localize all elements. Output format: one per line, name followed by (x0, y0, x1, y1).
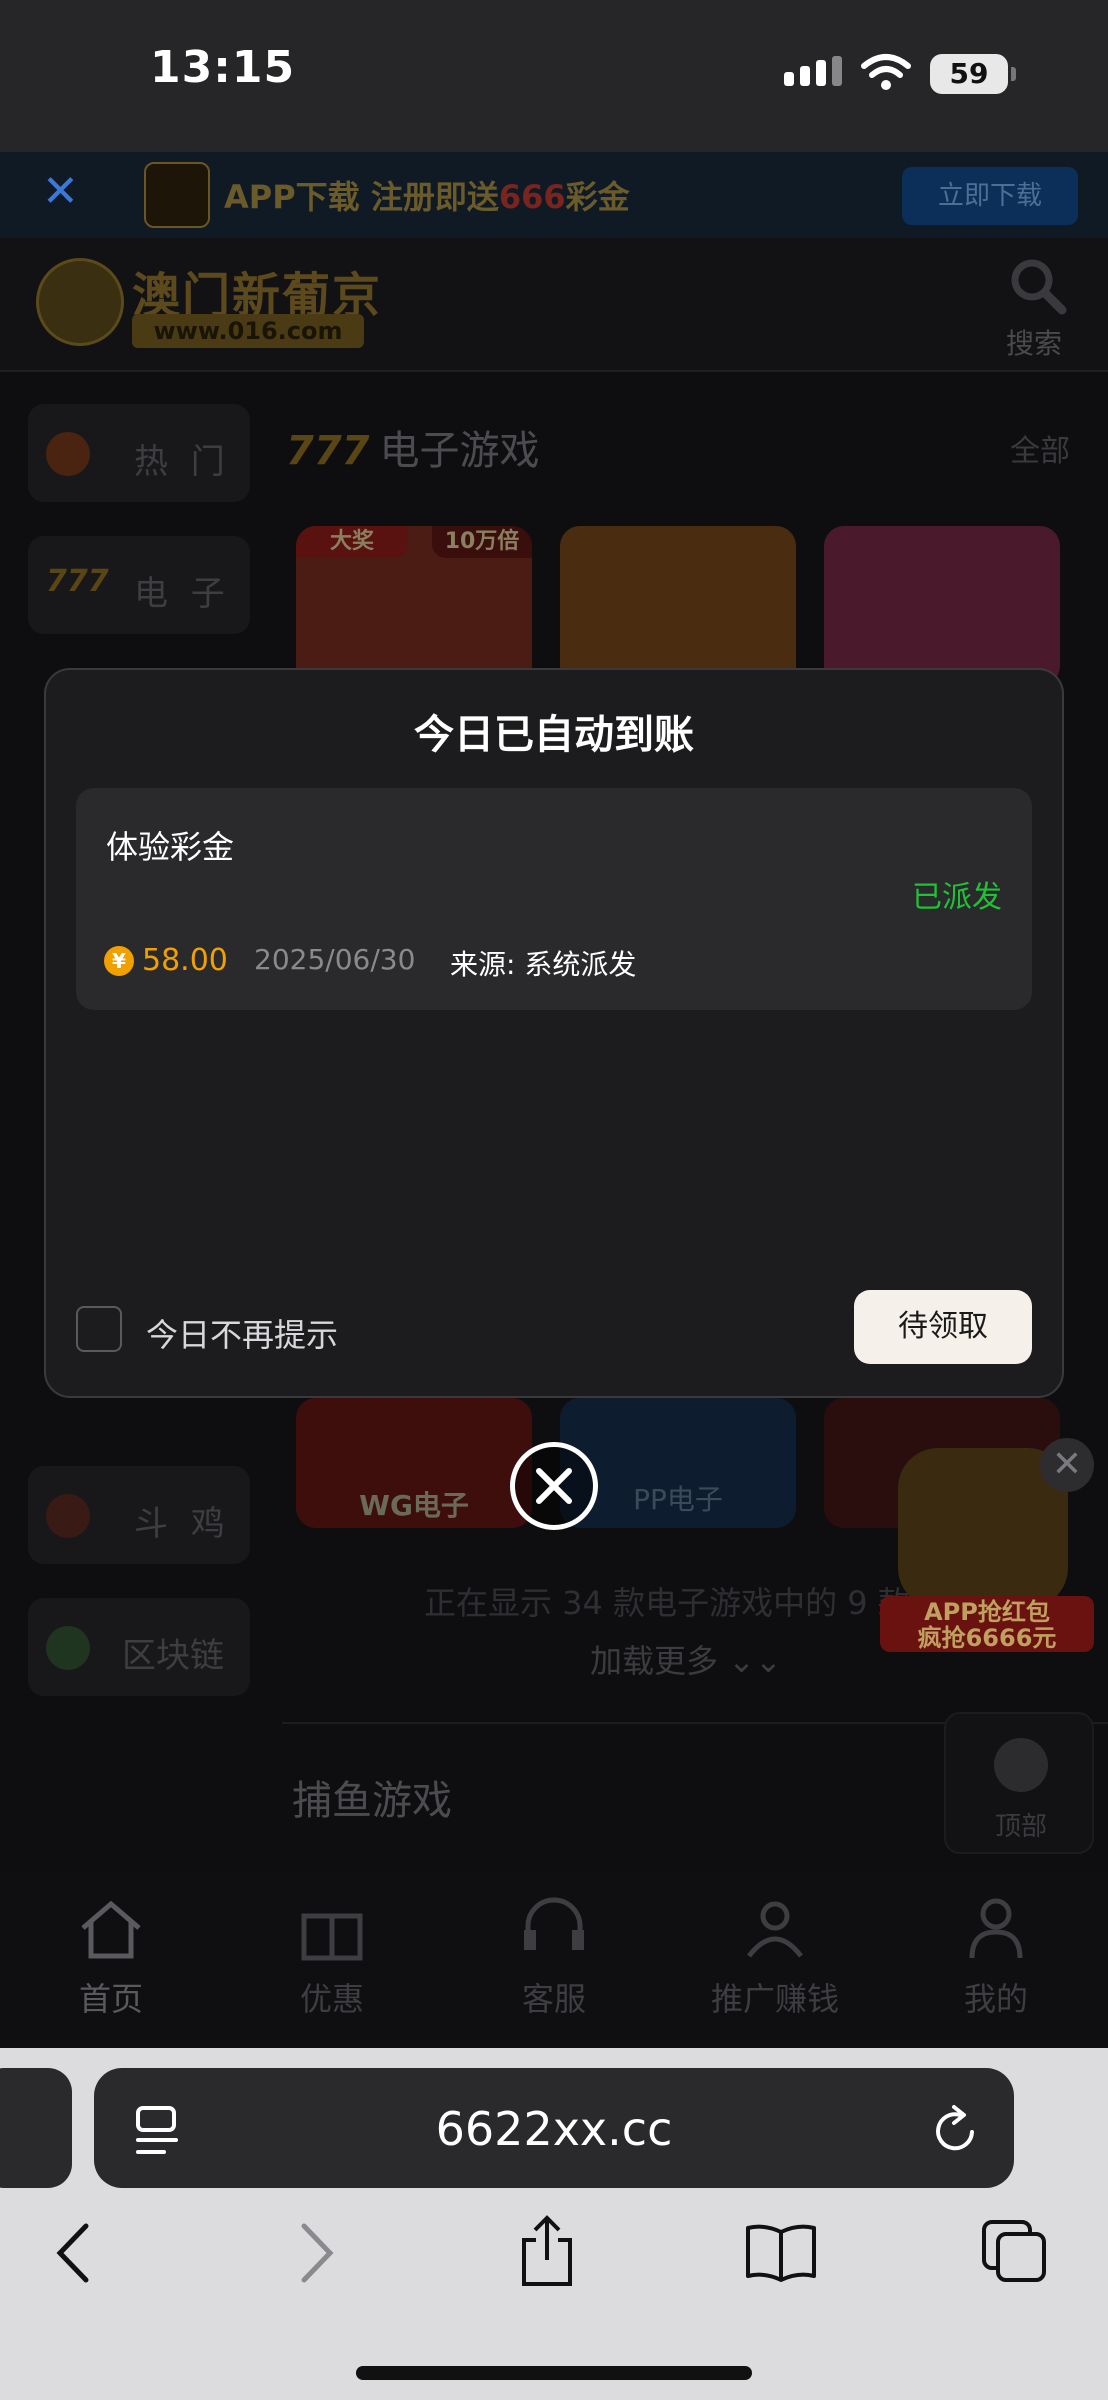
close-banner-icon[interactable]: ✕ (42, 170, 82, 214)
nav-support[interactable]: 客服 (454, 1896, 654, 2020)
close-promo-icon[interactable]: ✕ (1040, 1438, 1094, 1492)
clock: 13:15 (150, 42, 296, 93)
gift-icon (301, 1913, 363, 1961)
coin-icon: ¥ (104, 946, 134, 976)
bonus-amount: 58.00 (142, 943, 228, 978)
cellular-signal-icon (784, 56, 842, 86)
close-icon (536, 1468, 572, 1504)
site-header: 澳门新葡京 www.016.com 搜索 (0, 238, 1108, 372)
sidebar-item-blockchain[interactable]: 区块链 (28, 1598, 250, 1696)
browser-toolbar: 6622xx.cc (0, 2048, 1108, 2400)
site-logo-url: www.016.com (132, 314, 364, 348)
promo-label[interactable]: APP抢红包 疯抢6666元 (880, 1596, 1094, 1652)
tabs-icon[interactable] (980, 2218, 1050, 2284)
claim-button[interactable]: 待领取 (854, 1290, 1032, 1364)
bonus-source: 来源: 系统派发 (450, 948, 637, 981)
close-modal-button[interactable] (510, 1442, 598, 1530)
back-to-top-button[interactable]: 顶部 (944, 1712, 1094, 1854)
share-icon[interactable] (518, 2214, 576, 2288)
sidebar-item-slots[interactable]: 777 电 子 (28, 536, 250, 634)
battery-indicator: 59 (930, 54, 1016, 94)
back-icon[interactable] (54, 2222, 94, 2284)
nav-profile[interactable]: 我的 (896, 1896, 1096, 2020)
fire-icon (46, 432, 90, 476)
wifi-icon (861, 54, 911, 90)
section-title-fishing: 捕鱼游戏 (292, 1778, 452, 1824)
multiplier-tag: 10万倍 (432, 526, 532, 558)
nav-promotions[interactable]: 优惠 (232, 1896, 432, 2020)
reload-icon[interactable] (930, 2102, 982, 2158)
status-bar: 13:15 59 (0, 0, 1108, 152)
bottom-nav: 首页 优惠 客服 推广赚钱 我的 (0, 1872, 1108, 2048)
users-icon (747, 1901, 803, 1958)
nav-home[interactable]: 首页 (11, 1896, 211, 2020)
games-count-text: 正在显示 34 款电子游戏中的 9 款 (424, 1584, 910, 1622)
banner-promo-text: APP下载 注册即送666彩金 (224, 178, 630, 216)
auto-credit-modal: 今日已自动到账 体验彩金 已派发 ¥ 58.00 2025/06/30 来源: … (44, 668, 1064, 1398)
bonus-name: 体验彩金 (106, 828, 235, 866)
sidebar-item-label: 斗 鸡 (134, 1504, 231, 1544)
back-to-top-label: 顶部 (994, 1812, 1047, 1842)
logo-emblem-icon (36, 258, 124, 346)
home-icon (81, 1900, 141, 1959)
sidebar-item-label: 电 子 (134, 574, 231, 614)
777-icon: 777 (46, 564, 109, 599)
load-more-button[interactable]: 加载更多 ⌄⌄ (590, 1636, 782, 1682)
previous-tab-preview[interactable] (0, 2068, 72, 2188)
sidebar-item-label: 热 门 (134, 442, 231, 482)
rocket-icon (994, 1738, 1048, 1792)
status-badge: 已派发 (912, 880, 1002, 915)
bonus-record-card: 体验彩金 已派发 ¥ 58.00 2025/06/30 来源: 系统派发 (76, 788, 1032, 1010)
game-card[interactable] (824, 526, 1060, 686)
sidebar-item-label: 区块链 (122, 1636, 224, 1676)
jackpot-tag: 大奖 (296, 526, 408, 558)
home-indicator (356, 2366, 752, 2380)
forward-icon[interactable] (296, 2222, 336, 2284)
section-title-slots: 777 电子游戏 (286, 428, 540, 474)
game-card-pp[interactable]: PP电子 (560, 1398, 796, 1528)
app-logo (144, 162, 210, 228)
sidebar-item-cockfight[interactable]: 斗 鸡 (28, 1466, 250, 1564)
dont-show-today-label[interactable]: 今日不再提示 (146, 1310, 338, 1356)
headset-icon (524, 1897, 584, 1950)
url-text: 6622xx.cc (435, 2102, 673, 2156)
nav-referral[interactable]: 推广赚钱 (675, 1896, 875, 2020)
search-icon[interactable] (1008, 256, 1068, 316)
game-card[interactable] (560, 526, 796, 686)
sidebar-item-hot[interactable]: 热 门 (28, 404, 250, 502)
modal-title: 今日已自动到账 (414, 712, 694, 758)
address-bar[interactable]: 6622xx.cc (94, 2068, 1014, 2188)
bookmarks-icon[interactable] (744, 2222, 818, 2282)
profile-icon (969, 1898, 1023, 1959)
blockchain-icon (46, 1626, 90, 1670)
app-download-banner: ✕ APP下载 注册即送666彩金 立即下载 (0, 152, 1108, 238)
game-card-label: WG电子 (359, 1489, 469, 1522)
bonus-date: 2025/06/30 (254, 943, 416, 976)
dont-show-today-checkbox[interactable] (76, 1306, 122, 1352)
game-card[interactable]: 大奖 10万倍 (296, 526, 532, 686)
rooster-icon (46, 1494, 90, 1538)
view-all-link[interactable]: 全部 (1010, 426, 1070, 470)
download-button[interactable]: 立即下载 (902, 167, 1078, 225)
game-card-wg[interactable]: WG电子 (296, 1398, 532, 1528)
search-label[interactable]: 搜索 (1006, 322, 1062, 362)
